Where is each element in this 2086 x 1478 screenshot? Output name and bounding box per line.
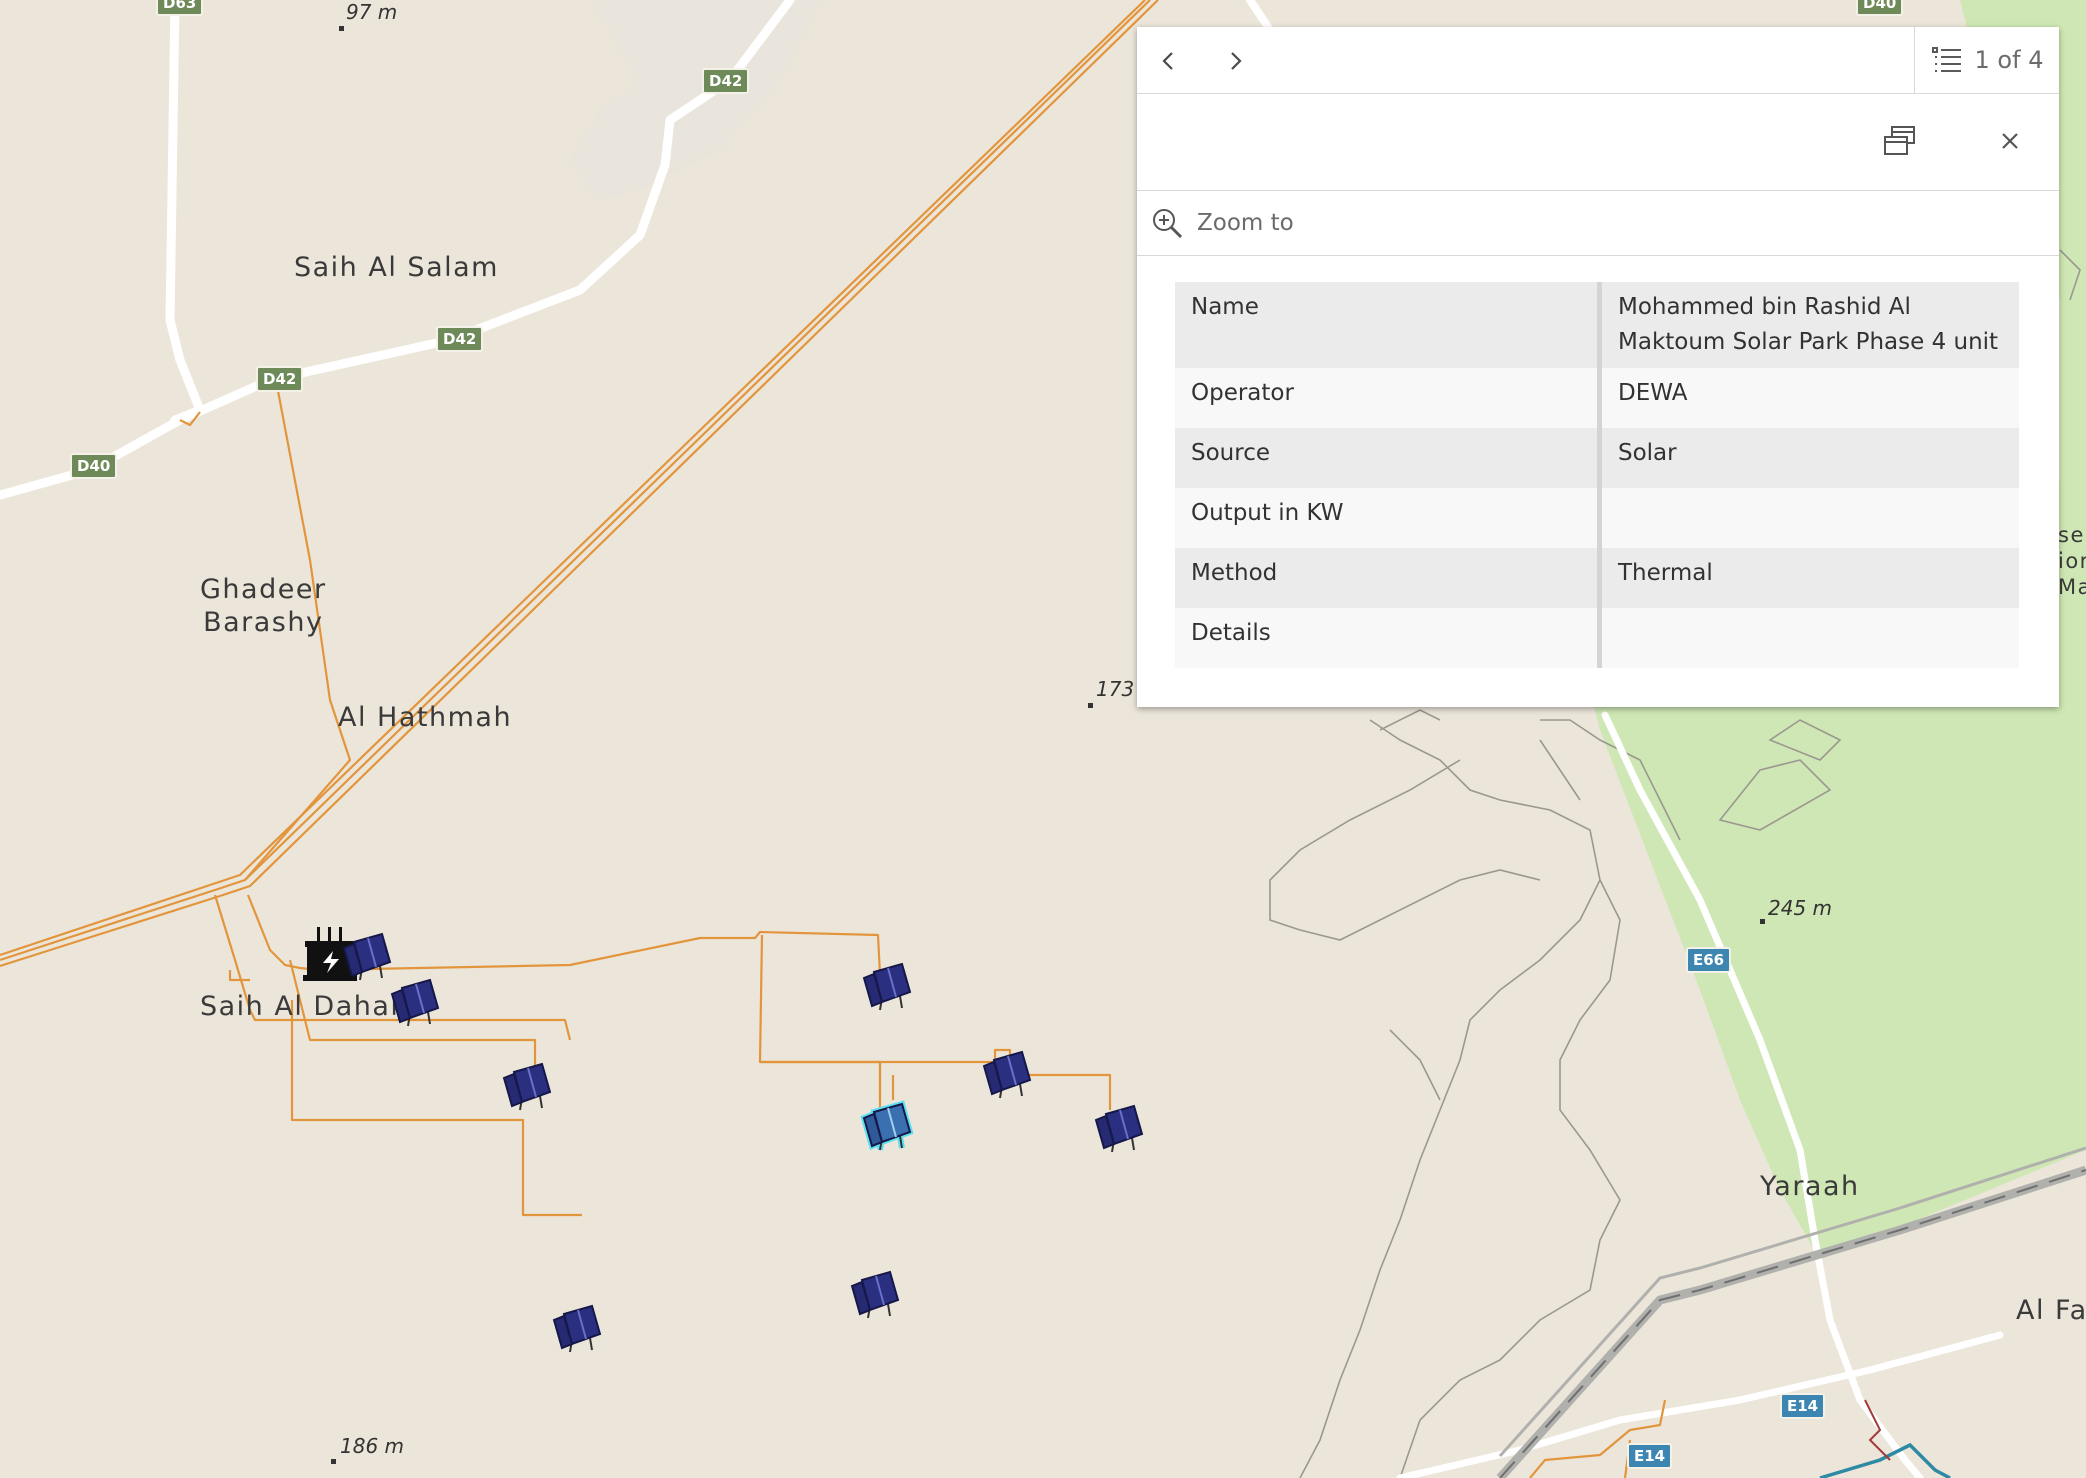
elevation-label: 173 (1096, 677, 1135, 701)
field-value-operator: DEWA (1599, 368, 2019, 428)
elevation-label: 186 m (340, 1434, 405, 1458)
table-row: Operator DEWA (1175, 368, 2019, 428)
place-label-al-hathmah: Al Hathmah (338, 702, 513, 733)
field-value-output (1599, 488, 2019, 548)
solar-panel-icon[interactable] (848, 1266, 908, 1326)
attribute-table: Name Mohammed bin Rashid Al Maktoum Solar… (1175, 282, 2019, 668)
feature-popup: 1 of 4 Zoom to Name Mohammed bin Rashid A… (1137, 27, 2059, 707)
road-shield-d42: D42 (256, 366, 304, 392)
place-label-saih-al-salam: Saih Al Salam (294, 252, 499, 283)
field-key-method: Method (1175, 548, 1602, 608)
table-row: Method Thermal (1175, 548, 2019, 608)
solar-panel-icon-selected[interactable] (860, 1098, 920, 1158)
place-label-edge: ser ior Ma (2058, 523, 2086, 599)
field-key-source: Source (1175, 428, 1602, 488)
close-button[interactable] (1987, 118, 2033, 164)
page-indicator: 1 of 4 (1974, 46, 2044, 74)
elevation-label: 97 m (346, 0, 398, 24)
popup-toolbar (1137, 94, 2059, 191)
dock-button[interactable] (1877, 118, 1923, 164)
zoom-to-action[interactable]: Zoom to (1137, 191, 2059, 256)
field-key-details: Details (1175, 608, 1602, 668)
place-label-yaraah: Yaraah (1760, 1171, 1860, 1202)
field-value-method: Thermal (1599, 548, 2019, 608)
solar-panel-icon[interactable] (980, 1046, 1040, 1106)
popup-header: 1 of 4 (1137, 27, 2059, 94)
list-icon (1931, 47, 1961, 72)
solar-panel-icon[interactable] (550, 1300, 610, 1360)
road-shield-e14: E14 (1627, 1443, 1673, 1469)
next-feature-button[interactable] (1215, 41, 1255, 81)
road-shield-e14: E14 (1780, 1393, 1826, 1419)
solar-panel-icon[interactable] (388, 974, 448, 1034)
table-row: Source Solar (1175, 428, 2019, 488)
field-value-name: Mohammed bin Rashid Al Maktoum Solar Par… (1599, 282, 2019, 368)
elevation-label: 245 m (1768, 896, 1833, 920)
zoom-in-icon (1153, 209, 1183, 239)
road-shield-d40: D40 (70, 453, 118, 479)
previous-feature-button[interactable] (1149, 41, 1189, 81)
solar-panel-icon[interactable] (500, 1058, 560, 1118)
road-shield-d63: D63 (156, 0, 204, 16)
dock-icon (1884, 126, 1915, 155)
field-value-source: Solar (1599, 428, 2019, 488)
table-row: Details (1175, 608, 2019, 668)
solar-panel-icon[interactable] (860, 958, 920, 1018)
field-key-operator: Operator (1175, 368, 1602, 428)
road-shield-d42: D42 (436, 326, 484, 352)
chevron-left-icon (1162, 52, 1173, 70)
chevron-right-icon (1231, 52, 1242, 70)
place-label-ghadeer-barashy: Ghadeer Barashy (200, 574, 327, 638)
table-row: Output in KW (1175, 488, 2019, 548)
place-label-saih-al-dahal: Saih Al Dahal (200, 991, 400, 1022)
field-key-name: Name (1175, 282, 1602, 368)
solar-panel-icon[interactable] (1092, 1100, 1152, 1160)
road-shield-d42: D42 (702, 68, 750, 94)
field-key-output: Output in KW (1175, 488, 1602, 548)
feature-list-button[interactable]: 1 of 4 (1914, 27, 2059, 93)
zoom-to-label: Zoom to (1197, 210, 1294, 236)
place-label-al-fa: Al Fa (2016, 1295, 2086, 1326)
road-shield-d40: D40 (1856, 0, 1904, 16)
field-value-details (1599, 608, 2019, 668)
road-shield-e66: E66 (1686, 947, 1732, 973)
close-icon (2002, 133, 2018, 149)
table-row: Name Mohammed bin Rashid Al Maktoum Solar… (1175, 282, 2019, 368)
